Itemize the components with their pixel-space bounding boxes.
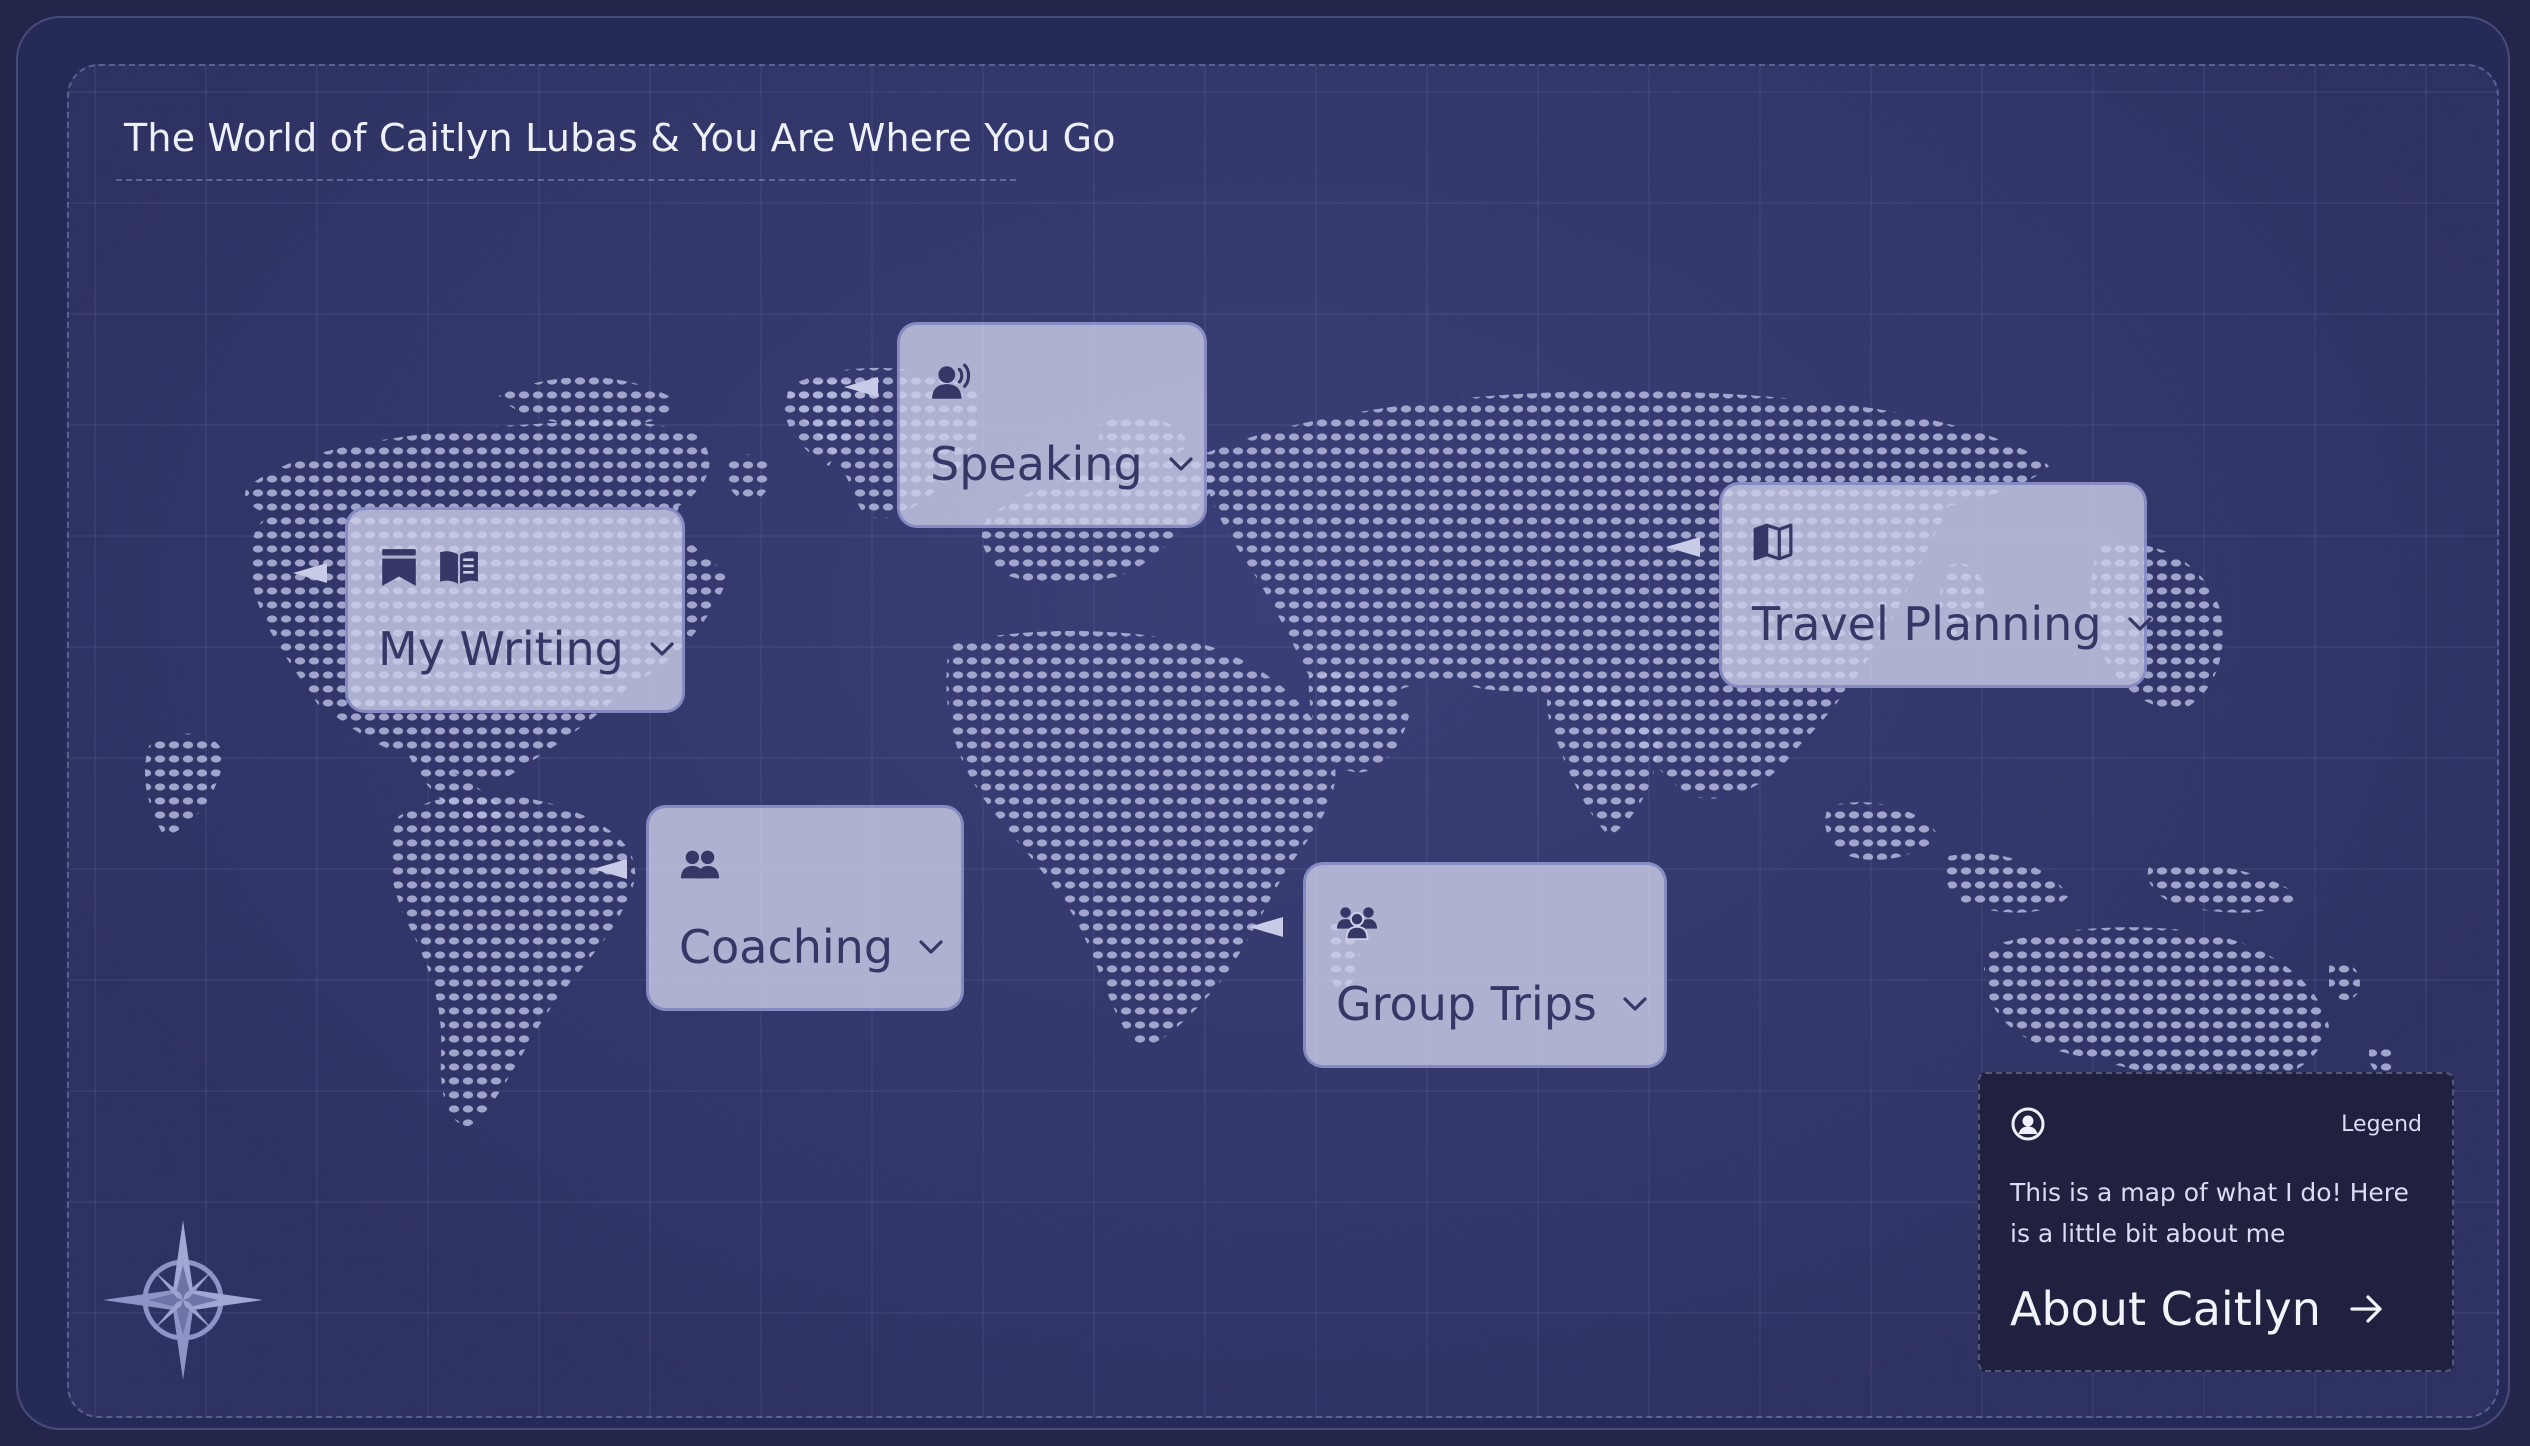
group-trips-card[interactable]: Group Trips (1303, 862, 1667, 1068)
legend-title: Legend (2341, 1112, 2422, 1137)
legend-panel: Legend This is a map of what I do! Here … (1978, 1072, 2454, 1372)
my-writing-card[interactable]: My Writing (345, 507, 685, 713)
group-trips-pin-pointer (1249, 917, 1283, 937)
chevron-down-icon (2127, 617, 2152, 631)
page-title: The World of Caitlyn Lubas & You Are Whe… (124, 116, 1116, 160)
coaching-card[interactable]: Coaching (646, 805, 964, 1011)
app-frame: The World of Caitlyn Lubas & You Are Whe… (16, 16, 2510, 1430)
chevron-down-icon (650, 642, 674, 656)
group-people-icon (1336, 907, 1378, 941)
open-book-icon (440, 551, 478, 584)
chevron-down-icon (1623, 997, 1647, 1011)
travel-planning-card[interactable]: Travel Planning (1719, 482, 2152, 688)
arrow-right-icon (2350, 1295, 2382, 1323)
title-divider (116, 179, 1016, 181)
bookmark-icon (382, 549, 416, 586)
folded-map-icon (1753, 523, 1793, 561)
travel-pin-pointer (1666, 537, 1700, 557)
chevron-down-icon (919, 940, 943, 954)
coaching-label: Coaching (679, 920, 894, 974)
compass-rose-icon (103, 1220, 263, 1380)
speaking-card[interactable]: Speaking (897, 322, 1207, 528)
about-caitlyn-link[interactable]: About Caitlyn (2010, 1282, 2387, 1336)
writing-pin-pointer (293, 563, 327, 583)
my-writing-label: My Writing (378, 622, 624, 676)
two-people-icon (680, 850, 720, 879)
coaching-pin-pointer (593, 859, 627, 879)
group-trips-label: Group Trips (1336, 977, 1597, 1031)
chevron-down-icon (1169, 457, 1193, 471)
about-caitlyn-label: About Caitlyn (2010, 1282, 2321, 1336)
legend-description: This is a map of what I do! Here is a li… (2010, 1178, 2409, 1248)
speaking-person-icon (932, 363, 971, 399)
user-circle-icon (2011, 1107, 2045, 1141)
speaking-label: Speaking (930, 437, 1143, 491)
map-canvas: The World of Caitlyn Lubas & You Are Whe… (67, 64, 2499, 1418)
travel-planning-label: Travel Planning (1752, 597, 2102, 651)
speaking-pin-pointer (844, 377, 878, 397)
